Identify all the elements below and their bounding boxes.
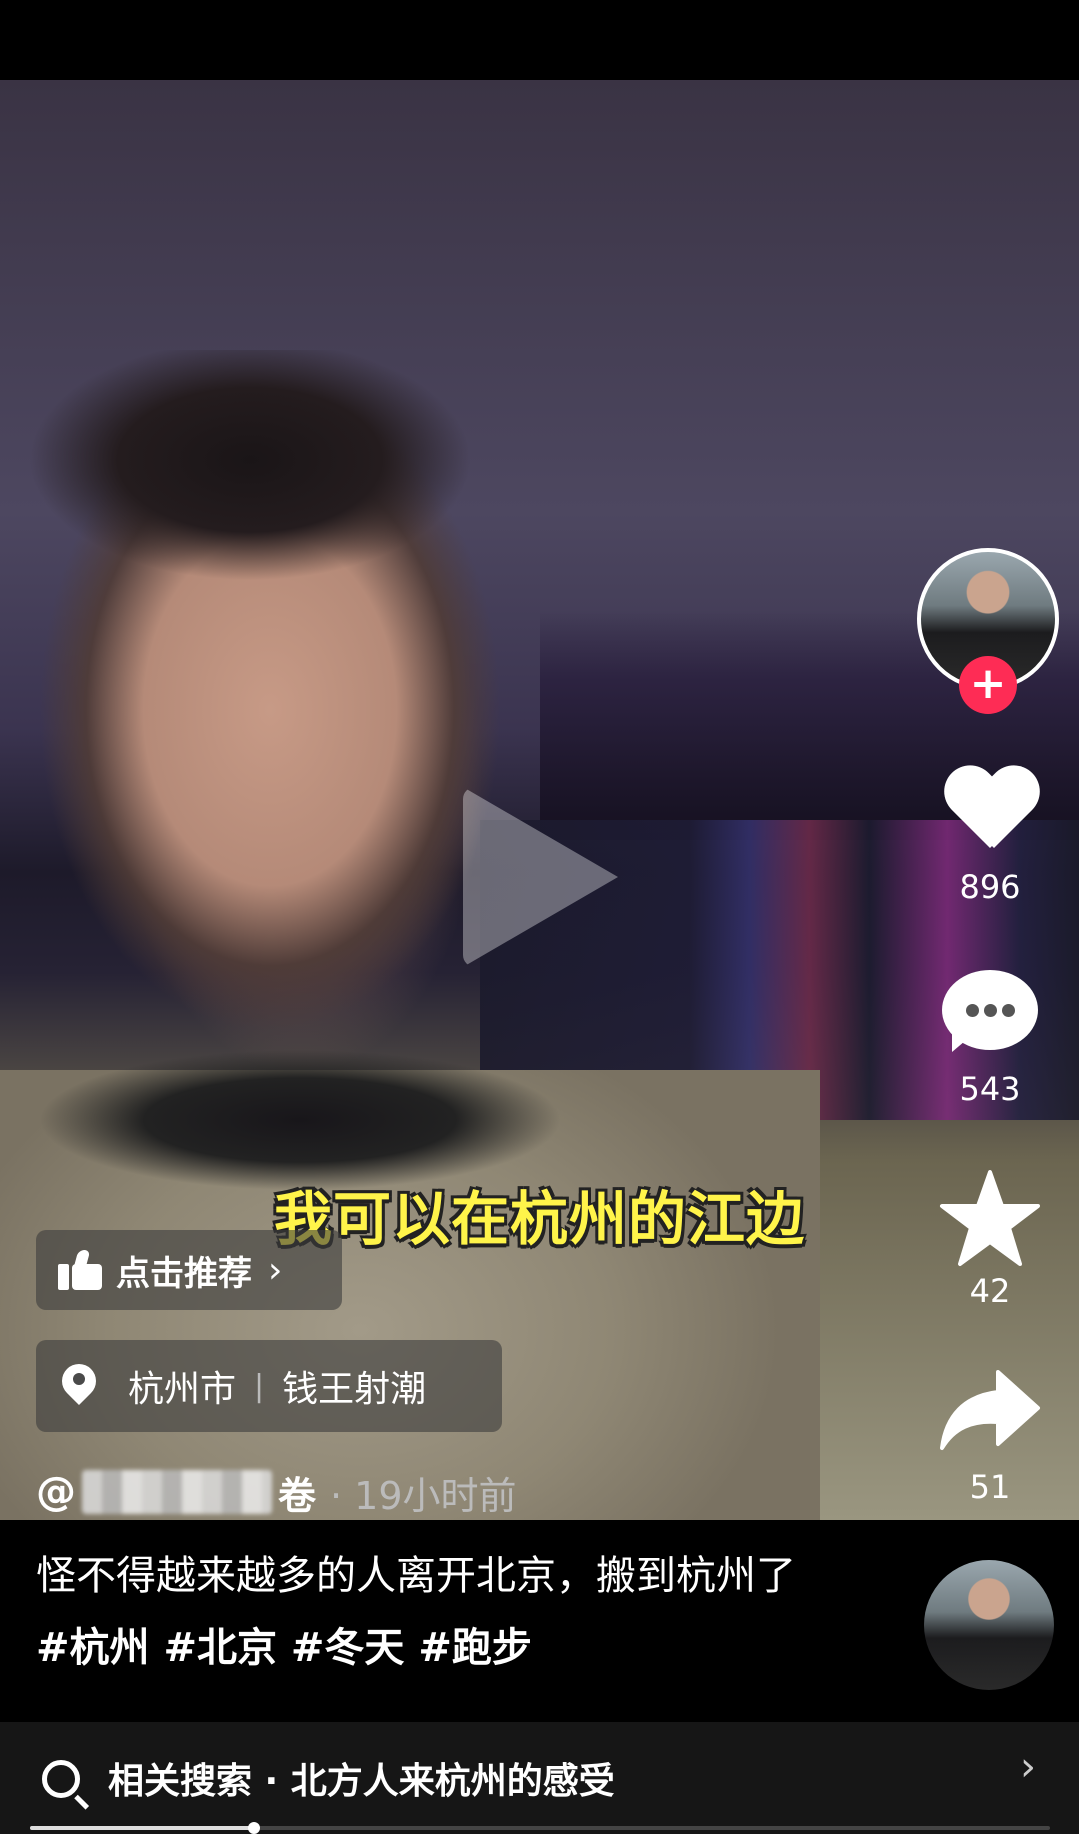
chevron-right-icon: › — [1020, 1744, 1036, 1790]
person-hair — [30, 350, 470, 580]
author-name-suffix: 卷 — [278, 1473, 317, 1518]
description-text: 怪不得越来越多的人离开北京，搬到杭州了 — [36, 1553, 796, 1599]
progress-fill — [30, 1826, 255, 1830]
location-separator: | — [254, 1368, 265, 1404]
location-pin-icon — [54, 1356, 104, 1408]
music-disc-avatar[interactable] — [924, 1560, 1054, 1690]
search-icon — [42, 1760, 80, 1798]
heart-icon[interactable] — [942, 768, 1038, 858]
comment-icon[interactable] — [942, 970, 1038, 1054]
recommend-button[interactable]: 点击推荐 › — [36, 1230, 342, 1310]
chevron-right-icon: › — [268, 1249, 283, 1291]
share-icon[interactable] — [938, 1368, 1042, 1454]
recommend-label: 点击推荐 — [116, 1253, 252, 1294]
star-icon[interactable] — [938, 1168, 1042, 1268]
share-count: 51 — [969, 1468, 1011, 1506]
search-icon-handle — [74, 1794, 90, 1810]
related-search-text: 相关搜索 · 北方人来杭州的感受 — [108, 1761, 615, 1802]
author-name-blurred — [82, 1470, 272, 1514]
like-count: 896 — [959, 868, 1021, 906]
description-hashtags[interactable]: #杭州 #北京 #冬天 #跑步 — [36, 1625, 532, 1671]
location-city: 杭州市 — [128, 1369, 237, 1410]
location-tag[interactable]: 杭州市 | 钱王射潮 — [36, 1340, 502, 1432]
location-poi: 钱王射潮 — [282, 1369, 427, 1410]
author-row[interactable]: @ 卷 · 19小时前 — [36, 1462, 517, 1522]
favorite-count: 42 — [969, 1272, 1011, 1310]
author-at: @ — [36, 1469, 76, 1515]
related-search-bar[interactable]: 相关搜索 · 北方人来杭州的感受 › — [0, 1722, 1079, 1834]
play-icon[interactable] — [463, 787, 618, 967]
video-progress-bar[interactable] — [30, 1822, 1050, 1834]
thumbs-up-icon — [58, 1250, 102, 1290]
follow-button[interactable]: + — [959, 656, 1017, 714]
post-time: · 19小时前 — [330, 1473, 517, 1518]
comment-count: 543 — [959, 1070, 1021, 1108]
video-description: 怪不得越来越多的人离开北京，搬到杭州了 #杭州 #北京 #冬天 #跑步 — [36, 1540, 836, 1684]
